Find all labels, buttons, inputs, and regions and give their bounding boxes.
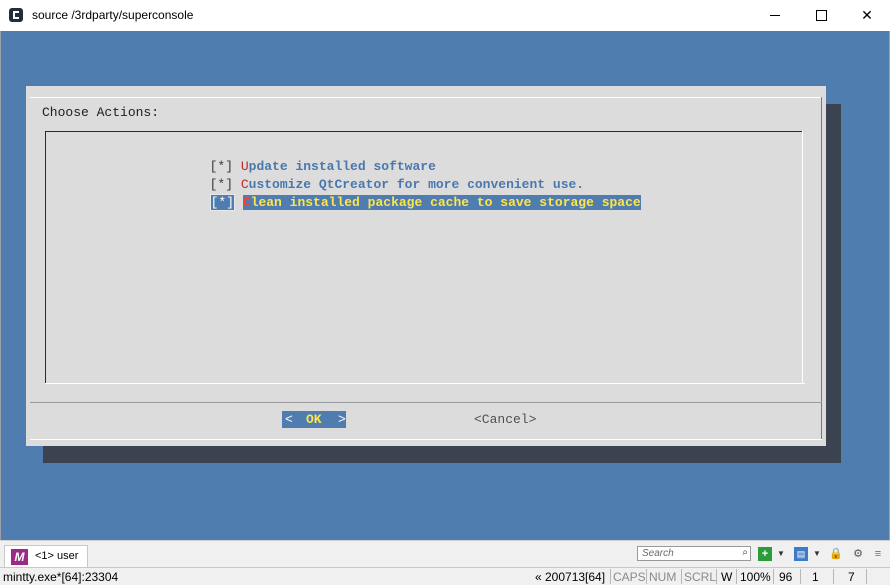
status-num: NUM [649,570,677,584]
dialog-title: Choose Actions: [42,105,160,120]
title-bar: source /3rdparty/superconsole ✕ [0,0,890,32]
status-count: 7 [848,570,855,584]
status-divider [736,569,737,584]
lock-icon[interactable]: 🔒 [829,547,843,561]
minimize-icon [770,15,780,16]
ok-button[interactable]: < OK > [282,411,346,428]
chevron-down-icon[interactable]: ▼ [774,547,788,561]
dialog-separator [30,402,822,403]
status-divider [866,569,867,584]
dialog-frame [30,97,822,98]
app-icon [9,8,23,22]
console-tab[interactable]: M <1> user [4,545,88,568]
checkbox[interactable]: [*] [209,194,236,211]
search-placeholder: Search [642,548,674,559]
ok-right-arrow: > [338,412,346,427]
close-button[interactable]: ✕ [844,0,890,31]
maximize-icon [815,10,827,21]
status-caps: CAPS [613,570,646,584]
status-divider [610,569,611,584]
close-icon: ✕ [861,7,873,23]
tab-label: <1> user [35,550,79,562]
chevron-down-icon[interactable]: ▼ [810,547,824,561]
checklist-item-update[interactable]: [*] Update installed software [194,140,436,174]
tab-bar: M <1> user [0,540,890,568]
checklist-item-customize[interactable]: [*] Customize QtCreator for more conveni… [194,158,585,192]
window-title: source /3rdparty/superconsole [32,8,194,22]
gear-icon[interactable]: ⚙ [851,547,865,561]
status-bar: mintty.exe*[64]:23304 « 200713[64] CAPS … [0,567,890,585]
item-label: lean installed package cache to save sto… [250,195,641,210]
status-process: mintty.exe*[64]:23304 [3,570,119,584]
status-divider [716,569,717,584]
status-divider [800,569,801,584]
status-scrl: SCRL [684,570,717,584]
status-build: « 200713[64] [535,570,606,584]
ok-left-arrow: < [285,412,293,427]
dialog-frame [821,97,822,440]
checklist-item-clean[interactable]: [*] Clean installed package cache to sav… [194,176,641,211]
maximize-button[interactable] [798,0,844,31]
listbox-border [45,131,803,132]
search-icon[interactable]: ⌕ [742,547,748,558]
status-divider [681,569,682,584]
status-zoom: 100% [740,570,771,584]
menu-icon[interactable]: ≡ [871,547,885,561]
status-column: 96 [779,570,793,584]
new-console-icon[interactable]: + [758,547,772,561]
status-divider [646,569,647,584]
minimize-button[interactable] [752,0,798,31]
status-divider [833,569,834,584]
status-w: W [721,570,733,584]
status-divider [773,569,774,584]
mintty-icon: M [11,549,28,565]
listbox-border [45,383,805,384]
ok-label: OK [306,412,322,427]
listbox-border [45,131,46,384]
hotkey-letter: C [242,195,251,210]
listbox-border [802,131,803,384]
search-input[interactable]: Search ⌕ [637,546,751,561]
status-row: 1 [812,570,819,584]
panel-icon[interactable]: ▤ [794,547,808,561]
dialog-frame [30,439,822,440]
cancel-button[interactable]: <Cancel> [474,411,536,428]
